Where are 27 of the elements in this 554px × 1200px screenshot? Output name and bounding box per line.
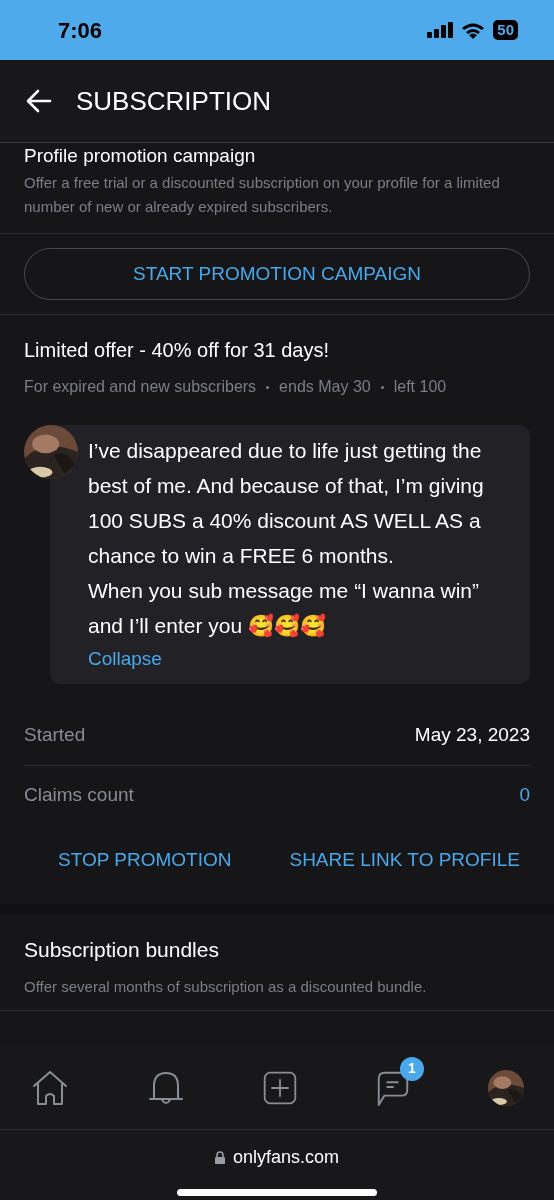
collapse-link[interactable]: Collapse bbox=[88, 645, 162, 674]
offer-meta: left 100 bbox=[393, 377, 447, 397]
section-description: Offer several months of subscription as a discounted bundle. bbox=[24, 976, 428, 997]
section-title: Profile promotion campaign bbox=[24, 145, 257, 167]
promotion-action-button[interactable]: SHARE LINK TO PROFILE bbox=[265, 837, 520, 882]
wifi-icon bbox=[461, 21, 486, 39]
promotion-action-button[interactable]: STOP PROMOTION bbox=[34, 837, 256, 882]
offer-meta: For expired and new subscribers bbox=[24, 377, 257, 397]
browser-url[interactable]: onlyfans.com bbox=[232, 1144, 340, 1171]
add-icon[interactable] bbox=[262, 1069, 298, 1106]
section-description: Offer a free trial or a discounted subscription on your profile for a limited number of new or already expired subscribers. bbox=[24, 173, 501, 217]
message-text: I’ve disappeared due to life just getting the best of me. And because of that, I’m giving 100 SUBS a 40% discount AS WELL AS a chance to win a FREE 6 months. bbox=[88, 438, 485, 569]
signal-icon bbox=[427, 22, 454, 38]
back-arrow-icon[interactable] bbox=[26, 89, 52, 113]
page-title: SUBSCRIPTION bbox=[76, 84, 272, 118]
detail-label: Started bbox=[24, 722, 86, 747]
message-text: When you sub message me “I wanna win” and I’ll enter you 🥰🥰🥰 bbox=[88, 578, 480, 640]
offer-title: Limited offer - 40% off for 31 days! bbox=[24, 338, 330, 363]
offer-meta: ends May 30 bbox=[279, 377, 371, 397]
notification-badge: 1 bbox=[400, 1056, 424, 1081]
lock-icon bbox=[214, 1151, 225, 1164]
status-time: 7:06 bbox=[58, 16, 103, 45]
detail-value: May 23, 2023 bbox=[414, 722, 530, 747]
detail-label: Claims count bbox=[24, 783, 134, 808]
battery-indicator: 50 bbox=[493, 20, 518, 40]
detail-value[interactable]: 0 bbox=[519, 781, 530, 810]
section-title: Subscription bundles bbox=[24, 937, 220, 963]
